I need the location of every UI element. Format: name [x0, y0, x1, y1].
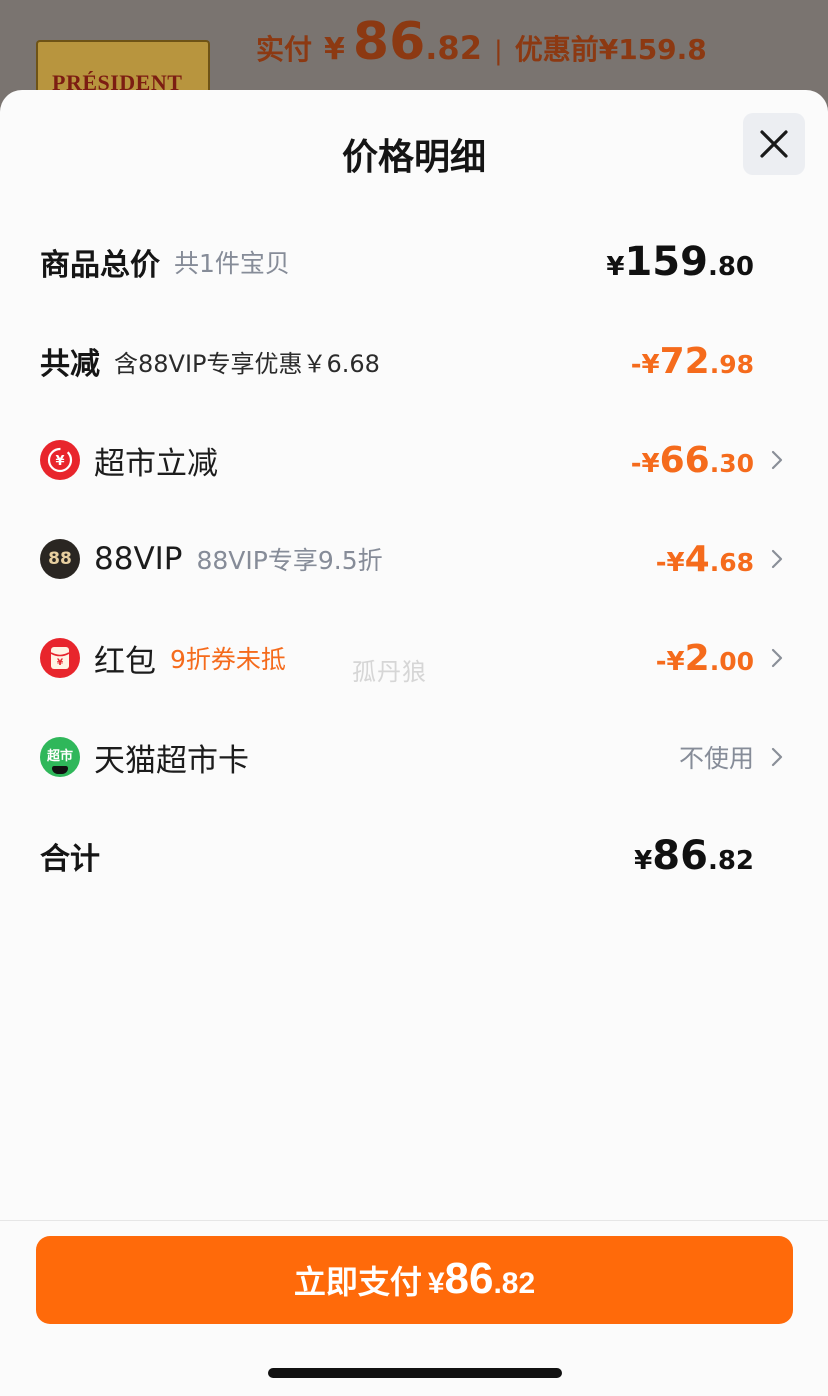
paid-currency: ¥	[324, 32, 345, 67]
total-discount-integer: 72	[659, 340, 710, 382]
background-price-summary: 实付 ¥ 86 .82 | 优惠前 ¥159.8	[256, 12, 707, 72]
price-detail-sheet: 价格明细 商品总价 共1件宝贝 ¥ 159 .80 共减 含88VIP专享优惠￥…	[0, 90, 828, 1396]
vip-discount-integer: 4	[684, 538, 710, 580]
total-discount-prefix: -¥	[630, 349, 660, 380]
market-discount-prefix: -¥	[630, 448, 660, 479]
vip-discount-amount: -¥ 4 .68	[656, 539, 788, 580]
row-goods-total: 商品总价 共1件宝贝 ¥ 159 .80	[40, 232, 788, 292]
sum-label: 合计	[40, 842, 100, 877]
goods-total-amount: ¥ 159 .80	[606, 239, 788, 285]
row-tmall-market-card[interactable]: 超市 天猫超市卡 不使用	[40, 727, 788, 787]
market-discount-amount: -¥ 66 .30	[631, 440, 788, 481]
red-packet-icon-glyph: ¥	[57, 658, 64, 668]
sheet-title: 价格明细	[341, 137, 486, 178]
chevron-right-icon	[771, 747, 783, 767]
total-discount-amount: -¥ 72 .98	[631, 341, 788, 382]
item-count: 共1件宝贝	[174, 249, 290, 278]
goods-total-decimal: .80	[707, 252, 754, 282]
yen-refund-icon: ¥	[40, 440, 80, 480]
original-price: ¥159.8	[598, 33, 707, 66]
market-discount-decimal: .30	[709, 448, 754, 478]
red-packet-prefix: -¥	[655, 646, 685, 677]
cat-face-icon	[52, 766, 68, 774]
paid-integer: 86	[352, 12, 426, 72]
vip-discount-note: 含88VIP专享优惠￥6.68	[114, 349, 380, 378]
red-packet-amount: -¥ 2 .00	[656, 638, 788, 679]
paid-decimal: .82	[425, 29, 482, 67]
pay-now-label: 立即支付	[293, 1264, 422, 1300]
coupon-not-applied-note: 9折券未抵	[170, 645, 286, 674]
price-separator: |	[493, 36, 503, 66]
pay-now-button[interactable]: 立即支付 ¥ 86 .82	[36, 1236, 793, 1324]
home-indicator[interactable]	[268, 1368, 562, 1378]
row-88vip[interactable]: 88 88VIP 88VIP专享9.5折 -¥ 4 .68	[40, 529, 788, 589]
sum-decimal: .82	[707, 846, 754, 876]
row-sum: 合计 ¥ 86 .82	[40, 826, 788, 886]
chevron-right-icon	[771, 450, 783, 470]
goods-total-integer: 159	[624, 239, 708, 285]
total-discount-label: 共减	[40, 347, 100, 382]
vip-discount-decimal: .68	[709, 547, 754, 577]
red-packet-integer: 2	[684, 637, 710, 679]
goods-total-currency: ¥	[606, 252, 625, 282]
vip-label: 88VIP	[94, 541, 183, 577]
red-packet-decimal: .00	[709, 646, 754, 676]
pay-now-integer: 86	[444, 1254, 494, 1303]
paid-label: 实付	[256, 33, 313, 66]
sum-currency: ¥	[634, 846, 653, 876]
tmall-market-card-icon: 超市	[40, 737, 80, 777]
tmall-market-card-icon-text: 超市	[46, 748, 73, 764]
sum-integer: 86	[652, 833, 708, 879]
red-packet-icon: ¥	[40, 638, 80, 678]
close-button[interactable]	[743, 113, 805, 175]
88vip-icon: 88	[40, 539, 80, 579]
row-total-discount: 共减 含88VIP专享优惠￥6.68 -¥ 72 .98	[40, 331, 788, 391]
yen-refund-icon-glyph: ¥	[55, 454, 64, 469]
row-market-discount[interactable]: ¥ 超市立减 -¥ 66 .30	[40, 430, 788, 490]
market-discount-label: 超市立减	[94, 445, 218, 482]
total-discount-decimal: .98	[709, 349, 754, 379]
vip-discount-prefix: -¥	[655, 547, 685, 578]
pay-now-decimal: .82	[493, 1267, 536, 1300]
watermark: 孤丹狼	[352, 658, 427, 686]
footer-divider	[0, 1220, 828, 1221]
original-price-label: 优惠前	[514, 33, 599, 66]
market-card-value: 不使用	[678, 744, 754, 773]
sum-amount: ¥ 86 .82	[634, 833, 788, 879]
market-card-status: 不使用	[679, 739, 788, 775]
pay-now-currency: ¥	[427, 1267, 445, 1300]
88vip-icon-text: 88	[48, 549, 72, 569]
close-icon	[760, 130, 788, 158]
red-packet-label: 红包	[94, 643, 156, 680]
goods-total-label: 商品总价	[40, 248, 160, 283]
market-discount-integer: 66	[659, 439, 710, 481]
chevron-right-icon	[771, 549, 783, 569]
vip-discount-rate: 88VIP专享9.5折	[196, 546, 383, 575]
chevron-right-icon	[771, 648, 783, 668]
market-card-label: 天猫超市卡	[94, 742, 249, 779]
